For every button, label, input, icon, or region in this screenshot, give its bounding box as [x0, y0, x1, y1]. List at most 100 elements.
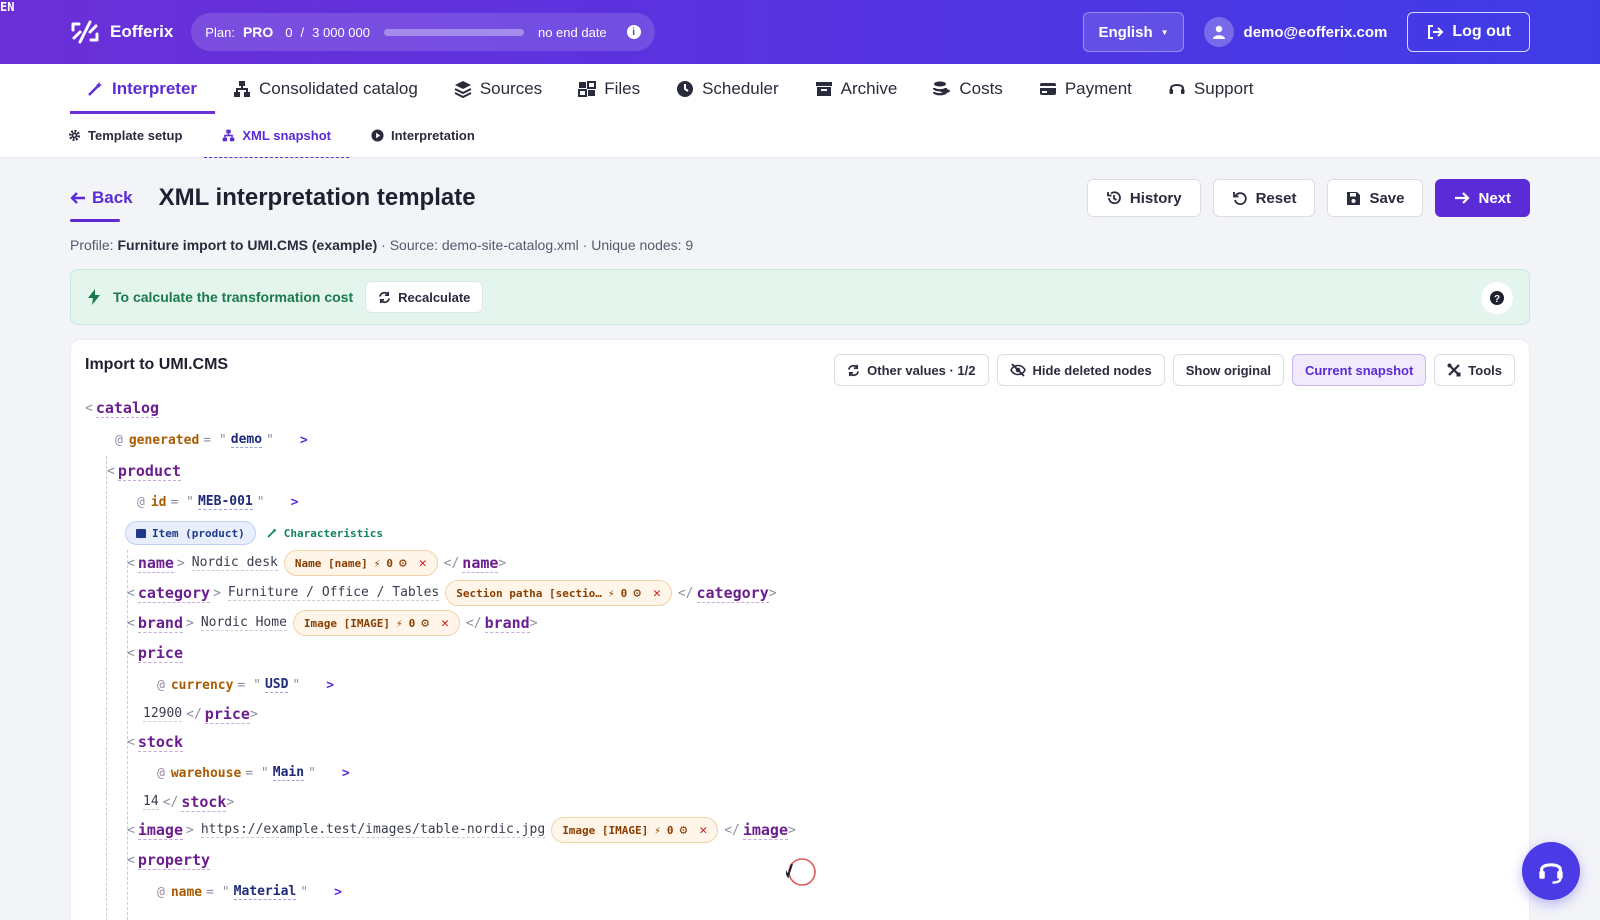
help-button[interactable]: ? [1481, 282, 1513, 314]
language-selector[interactable]: EN English ▼ [0, 0, 1184, 52]
nav-scheduler[interactable]: Scheduler [658, 64, 797, 114]
mapping-chip[interactable]: Image [IMAGE] ⚡ 0 ⚙ ✕ [292, 610, 460, 636]
nav-consolidated-catalog[interactable]: Consolidated catalog [215, 64, 436, 114]
headset-icon [1169, 84, 1185, 94]
xml-tree: < catalog @ generated = " demo " > < product @ i… [71, 340, 1529, 920]
tab-template-setup[interactable]: Template setup [68, 114, 200, 158]
closing-tag-name: name [462, 553, 499, 573]
gear-icon [68, 129, 81, 142]
nav-label: Sources [479, 79, 543, 98]
item-badge-label: Item (product) [152, 526, 245, 540]
top-bar: Eofferix Plan: PRO 0 / 3 000 000 no end … [0, 0, 1600, 64]
page-title: XML interpretation template [158, 184, 476, 211]
support-chat-button[interactable] [1522, 842, 1580, 900]
play-circle-icon [371, 129, 384, 142]
mapping-chip[interactable]: Section patha [sectio… ⚡ 0 ⚙ ✕ [445, 580, 672, 606]
xml-attr-generated[interactable]: @ generated = " demo " > [115, 428, 308, 452]
characteristics-label: Characteristics [283, 526, 384, 540]
xml-attr-name[interactable]: @ name = " Material " > [157, 880, 342, 904]
nav-sources[interactable]: Sources [436, 64, 560, 114]
attr-value: Main [272, 765, 305, 781]
characteristics-badge[interactable]: Characteristics [256, 521, 393, 545]
xml-attr-id[interactable]: @ id = " MEB-001 " > [137, 490, 298, 514]
chip-label: Image [IMAGE] [303, 616, 390, 630]
tab-label: Interpretation [391, 128, 475, 143]
remove-icon[interactable]: ✕ [699, 823, 707, 838]
remove-icon[interactable]: ✕ [419, 556, 427, 571]
node-value: Furniture / Office / Tables [227, 585, 440, 601]
xml-node-product[interactable]: < product [107, 459, 182, 483]
product-badges: Item (product) Characteristics [125, 521, 393, 545]
magic-wand-icon [88, 82, 102, 96]
gear-icon[interactable]: ⚙ [399, 556, 407, 571]
nav-label: Scheduler [702, 79, 779, 98]
xml-node-brand[interactable]: < brand > Nordic Home Image [IMAGE] ⚡ 0 ⚙ ✕ </b… [127, 610, 541, 636]
xml-attr-currency[interactable]: @ currency = " USD " > [157, 673, 334, 697]
xml-node-property[interactable]: < property [127, 848, 211, 872]
recalculate-button[interactable]: Recalculate [365, 281, 484, 313]
reset-button[interactable]: Reset [1212, 179, 1316, 217]
bolt-icon: ⚡ [654, 823, 661, 837]
next-button[interactable]: Next [1435, 179, 1530, 217]
nav-archive[interactable]: Archive [797, 64, 916, 114]
alert-text: To calculate the transformation cost [113, 289, 354, 305]
bolt-icon: ⚡ [373, 556, 381, 570]
coins-icon [933, 81, 951, 96]
tab-xml-snapshot[interactable]: XML snapshot [204, 114, 349, 158]
nav-support[interactable]: Support [1150, 64, 1272, 114]
xml-node-image[interactable]: < image > https://example.test/images/table… [127, 817, 799, 843]
attr-name: name [170, 884, 203, 900]
node-value: 12900 [143, 706, 183, 722]
arrow-right-icon [1455, 192, 1471, 204]
bolt-icon: ⚡ [607, 586, 615, 600]
closing-tag-name: category [696, 583, 769, 603]
next-label: Next [1478, 189, 1511, 207]
xml-node-name[interactable]: < name > Nordic desk Name [name] ⚡ 0 ⚙ ✕ </name… [127, 550, 509, 576]
chip-count: 0 [408, 616, 416, 630]
gear-icon[interactable]: ⚙ [633, 586, 641, 601]
xml-panel: Import to UMI.CMS Other values · 1/2 Hid… [70, 339, 1530, 920]
chip-label: Image [IMAGE] [562, 823, 649, 837]
nav-interpreter[interactable]: Interpreter [70, 64, 216, 114]
remove-icon[interactable]: ✕ [653, 586, 661, 601]
mapping-chip[interactable]: Name [name] ⚡ 0 ⚙ ✕ [283, 550, 438, 576]
tab-label: XML snapshot [242, 128, 331, 143]
xml-attr-warehouse[interactable]: @ warehouse = " Main " > [157, 761, 350, 785]
profile-label: Profile: [70, 237, 114, 253]
remove-icon[interactable]: ✕ [441, 616, 449, 631]
save-button[interactable]: Save [1327, 179, 1424, 217]
attr-value: USD [264, 677, 289, 693]
tag-name: price [137, 643, 183, 663]
xml-stock-value[interactable]: 14 </stock > [143, 790, 237, 814]
item-product-badge[interactable]: Item (product) [125, 521, 256, 545]
gear-icon[interactable]: ⚙ [421, 616, 429, 631]
cost-alert: To calculate the transformation cost Rec… [70, 269, 1530, 325]
refresh-icon [379, 291, 391, 303]
chip-count: 0 [386, 556, 393, 570]
nav-payment[interactable]: Payment [1021, 64, 1150, 114]
sub-nav: Template setup XML snapshot Interpretati… [0, 114, 1600, 158]
mapping-chip[interactable]: Image [IMAGE] ⚡ 0 ⚙ ✕ [551, 817, 719, 843]
tab-interpretation[interactable]: Interpretation [371, 114, 493, 158]
node-value: Nordic Home [200, 615, 287, 631]
attr-name: currency [170, 677, 234, 693]
save-label: Save [1369, 189, 1405, 207]
nav-costs[interactable]: Costs [915, 64, 1020, 114]
closing-tag-name: image [742, 820, 788, 840]
xml-node-category[interactable]: < category > Furniture / Office / Tables Se… [127, 580, 780, 606]
node-value: https://example.test/images/table-nordic… [200, 822, 546, 838]
history-button[interactable]: History [1086, 179, 1201, 217]
gear-icon[interactable]: ⚙ [680, 823, 688, 838]
calendar-icon [136, 529, 146, 538]
attr-value: Material [233, 884, 297, 900]
nav-files[interactable]: Files [560, 64, 658, 114]
xml-node-price[interactable]: < price [127, 641, 183, 665]
xml-node-catalog[interactable]: < catalog [85, 396, 160, 420]
clock-icon [677, 81, 694, 97]
xml-node-stock[interactable]: < stock [127, 730, 183, 754]
nav-label: Archive [840, 79, 898, 98]
tree-guide [106, 456, 107, 920]
xml-price-value[interactable]: 12900 </price > [143, 702, 261, 726]
back-button[interactable]: Back [70, 178, 133, 222]
nav-label: Costs [959, 79, 1003, 98]
